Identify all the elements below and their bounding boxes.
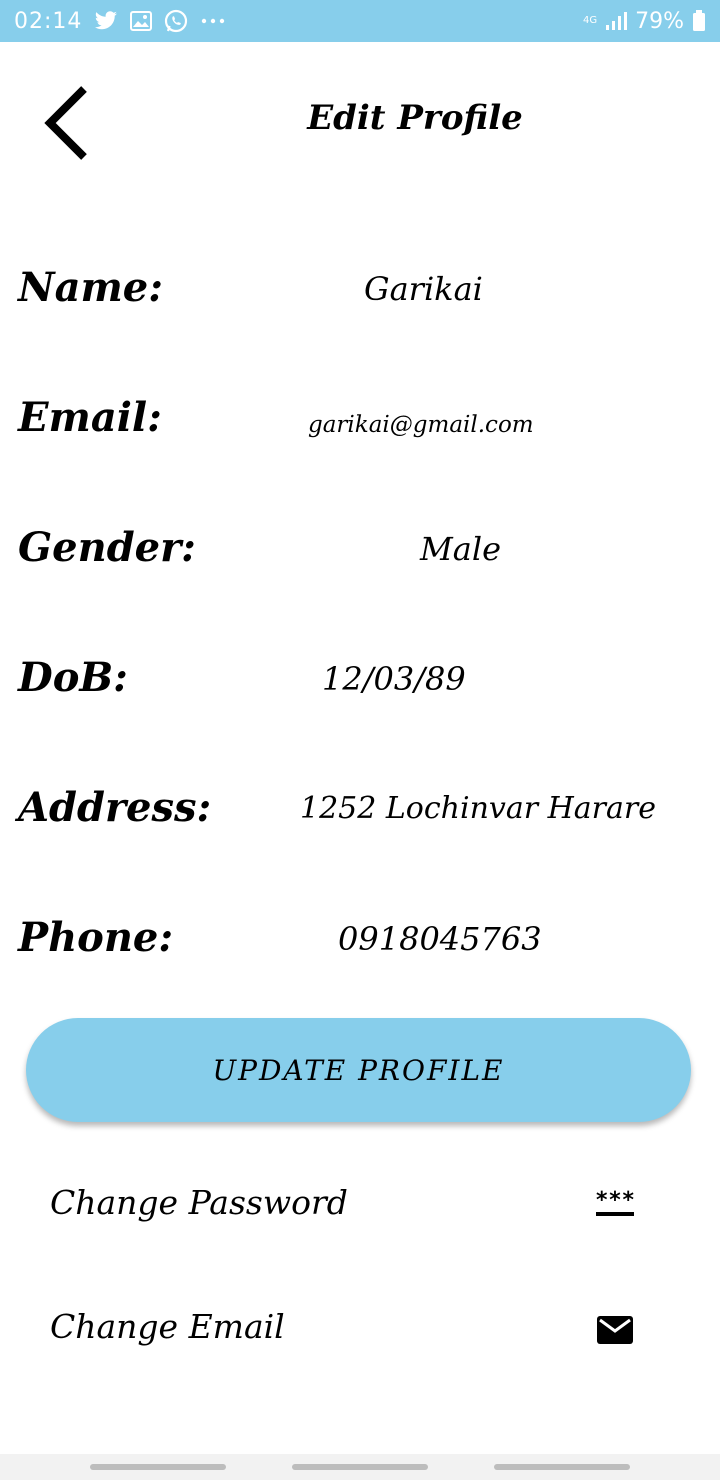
change-email-label: Change Email xyxy=(50,1307,285,1346)
mail-icon xyxy=(594,1310,636,1350)
signal-icon xyxy=(605,11,628,31)
profile-field-gender: Gender: Male xyxy=(0,518,720,598)
profile-field-name: Name: Garikai xyxy=(0,258,720,338)
field-value-dob: 12/03/89 xyxy=(322,660,466,698)
battery-icon xyxy=(692,10,706,32)
password-icon: *** xyxy=(594,1184,636,1224)
profile-field-address: Address: 1252 Lochinvar Harare xyxy=(0,778,720,858)
nav-back-button[interactable] xyxy=(494,1464,630,1470)
status-bar-right: 4G 79% xyxy=(583,0,706,42)
battery-percentage: 79% xyxy=(635,8,684,34)
password-icon-underline xyxy=(596,1211,634,1216)
profile-field-email: Email: garikai@gmail.com xyxy=(0,388,720,468)
change-email-row[interactable]: Change Email xyxy=(0,1282,720,1372)
field-label: Gender: xyxy=(18,524,196,571)
status-bar-left: 02:14 xyxy=(14,0,226,42)
field-value-name: Garikai xyxy=(364,270,483,308)
status-bar: 02:14 4G 79% xyxy=(0,0,720,42)
profile-field-phone: Phone: 0918045763 xyxy=(0,908,720,988)
password-icon-dots: *** xyxy=(595,1187,635,1213)
change-password-row[interactable]: Change Password *** xyxy=(0,1158,720,1248)
whatsapp-icon xyxy=(164,9,188,33)
twitter-icon xyxy=(94,11,118,31)
gallery-icon xyxy=(130,11,153,31)
field-value-email: garikai@gmail.com xyxy=(308,412,534,438)
network-type: 4G xyxy=(582,15,598,26)
field-label: Address: xyxy=(18,784,212,831)
field-label: Email: xyxy=(18,394,162,441)
field-label: Name: xyxy=(18,264,164,311)
more-dots-icon xyxy=(200,17,226,25)
nav-home-button[interactable] xyxy=(292,1464,428,1470)
change-password-label: Change Password xyxy=(50,1183,348,1222)
bottom-navigation-bar xyxy=(0,1454,720,1480)
status-time: 02:14 xyxy=(14,8,83,34)
field-value-address: 1252 Lochinvar Harare xyxy=(300,791,656,826)
field-value-phone: 0918045763 xyxy=(338,920,542,958)
field-label: Phone: xyxy=(18,914,174,961)
profile-field-dob: DoB: 12/03/89 xyxy=(0,648,720,728)
field-label: DoB: xyxy=(18,654,128,701)
password-icon-glyph: *** xyxy=(595,1187,635,1216)
nav-recents-button[interactable] xyxy=(90,1464,226,1470)
update-profile-button[interactable]: UPDATE PROFILE xyxy=(26,1018,691,1122)
field-value-gender: Male xyxy=(420,530,502,568)
page-title: Edit Profile xyxy=(307,98,523,138)
